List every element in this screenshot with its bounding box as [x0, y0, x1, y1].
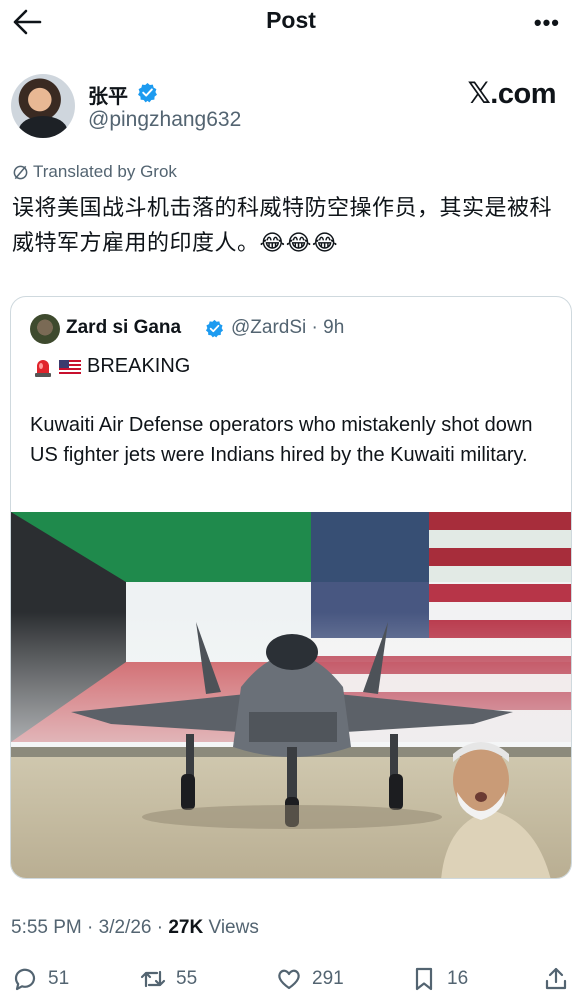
share-button[interactable]	[543, 966, 569, 992]
reply-icon	[14, 968, 36, 991]
more-icon[interactable]: •••	[534, 10, 560, 36]
like-icon	[278, 969, 300, 990]
repost-count: 55	[176, 968, 198, 989]
repost-button[interactable]: 55	[140, 966, 197, 992]
quoted-post[interactable]: Zard si Gana @ZardSi · 9h BREAKING Kuwai…	[10, 296, 572, 879]
translate-icon	[13, 165, 28, 179]
repost-icon	[140, 970, 166, 988]
views-label: Views	[203, 917, 259, 938]
reply-button[interactable]: 51	[12, 966, 69, 992]
bookmark-icon	[415, 967, 433, 991]
us-flag-icon	[59, 359, 81, 374]
siren-icon	[35, 359, 51, 377]
action-bar: 51 55 291 16	[0, 962, 582, 998]
author-name[interactable]: 张平	[88, 80, 128, 109]
page-title: Post	[266, 7, 316, 33]
fighter-jet-image	[11, 512, 571, 878]
quote-text: Kuwaiti Air Defense operators who mistak…	[30, 414, 533, 466]
like-button[interactable]: 291	[276, 966, 344, 992]
views-count: 27K	[168, 917, 204, 938]
verified-icon	[138, 82, 157, 103]
watermark-xcom: 𝕏.com	[467, 78, 556, 110]
avatar[interactable]	[11, 74, 75, 138]
like-count: 291	[312, 968, 344, 989]
author-handle[interactable]: @pingzhang632	[88, 108, 241, 132]
translated-label[interactable]: Translated by Grok	[12, 162, 177, 182]
bookmark-button[interactable]: 16	[411, 966, 468, 992]
translated-text: Translated by Grok	[33, 162, 177, 181]
breaking-label: BREAKING	[87, 355, 191, 377]
post-timestamp[interactable]: 5:55 PM · 3/2/26 ·	[11, 917, 168, 938]
post-text: 误将美国战斗机击落的科威特防空操作员，其实是被科威特军方雇用的印度人。😂😂😂	[12, 195, 553, 255]
quote-image[interactable]	[11, 512, 571, 878]
post-author: 张平 @pingzhang632 𝕏.com	[0, 70, 582, 150]
bookmark-count: 16	[447, 968, 469, 989]
breaking-line: BREAKING	[33, 355, 190, 378]
post-meta: 5:55 PM · 3/2/26 · 27K Views	[11, 917, 259, 939]
verified-icon	[205, 319, 224, 338]
quote-author-name[interactable]: Zard si Gana	[66, 317, 181, 339]
quote-handle-time[interactable]: @ZardSi · 9h	[231, 317, 344, 339]
top-bar: Post •••	[0, 0, 582, 44]
quote-avatar[interactable]	[30, 314, 60, 344]
reply-count: 51	[48, 968, 70, 989]
share-icon	[545, 967, 567, 990]
